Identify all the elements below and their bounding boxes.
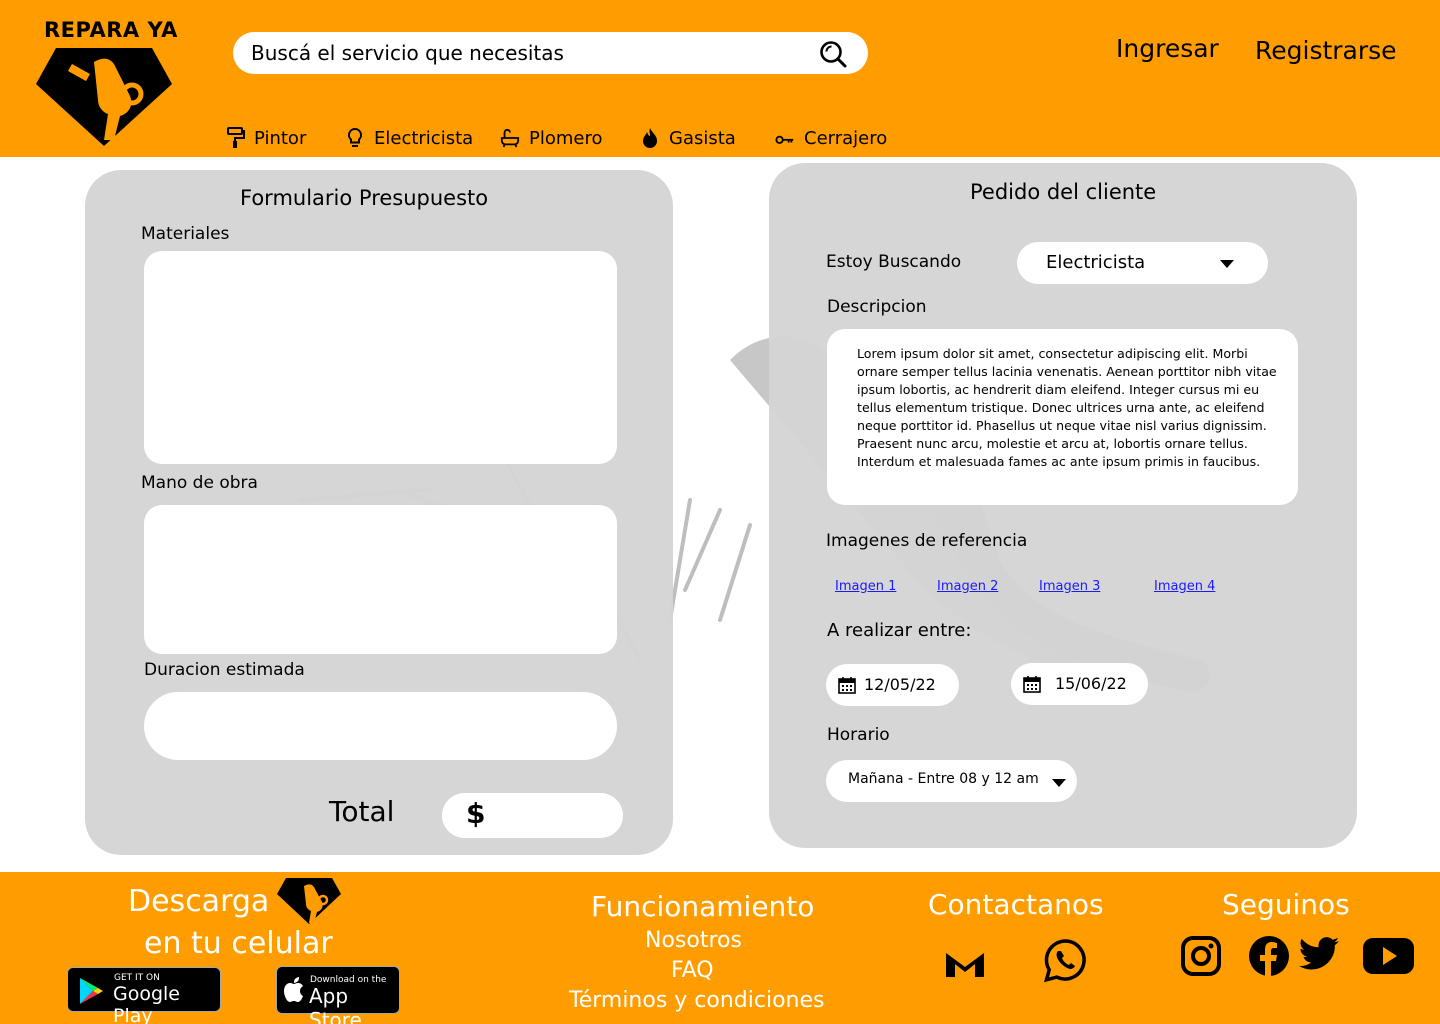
nav-label: Gasista [669, 127, 736, 149]
currency-symbol: $ [466, 797, 486, 830]
login-link[interactable]: Ingresar [1116, 34, 1219, 63]
search-icon[interactable] [818, 39, 848, 69]
schedule-label: Horario [827, 725, 890, 745]
app-store-big: App Store [309, 984, 362, 1024]
nav-item-electricista[interactable]: Electricista [345, 124, 473, 152]
total-label: Total [329, 795, 395, 828]
twitter-icon[interactable] [1298, 937, 1340, 973]
date-to-field[interactable]: 15/06/22 [1011, 663, 1148, 705]
terms-link[interactable]: Términos y condiciones [569, 988, 825, 1013]
calendar-icon [1023, 676, 1041, 693]
description-box: Lorem ipsum dolor sit amet, consectetur … [827, 329, 1298, 505]
duration-label: Duracion estimada [144, 660, 305, 680]
looking-for-label: Estoy Buscando [826, 252, 962, 272]
google-play-big: Google Play [113, 983, 181, 1024]
schedule-select[interactable]: Mañana - Entre 08 y 12 am [826, 760, 1077, 802]
nav-item-cerrajero[interactable]: Cerrajero [775, 124, 887, 152]
app-store-badge[interactable]: Download on the App Store [276, 966, 400, 1024]
lightbulb-icon [347, 127, 363, 147]
facebook-icon[interactable] [1248, 935, 1290, 977]
register-link[interactable]: Registrarse [1255, 36, 1397, 65]
logo-icon[interactable] [34, 44, 174, 149]
instagram-icon[interactable] [1180, 935, 1222, 977]
description-label: Descripcion [827, 297, 927, 317]
nav-label: Electricista [374, 127, 474, 149]
duration-input[interactable] [144, 692, 617, 760]
nosotros-link[interactable]: Nosotros [645, 928, 742, 953]
image-link-4[interactable]: Imagen 4 [1154, 579, 1215, 594]
labor-label: Mano de obra [141, 473, 258, 493]
flame-icon [643, 128, 657, 148]
logo-text: REPARA YA [44, 18, 178, 42]
paint-roller-icon [227, 127, 245, 148]
apple-icon [284, 977, 303, 1002]
reference-images-label: Imagenes de referencia [826, 531, 1028, 551]
follow-title: Seguinos [1222, 888, 1350, 921]
service-select[interactable]: Electricista [1017, 242, 1268, 284]
key-icon [775, 135, 794, 144]
nav-label: Cerrajero [804, 127, 888, 149]
download-title-line1: Descarga [128, 884, 270, 919]
calendar-icon [838, 677, 856, 694]
chevron-down-icon [1220, 260, 1234, 268]
date-range-label: A realizar entre: [827, 620, 972, 641]
links-title: Funcionamiento [591, 890, 815, 923]
materials-label: Materiales [141, 224, 230, 244]
footer: Descarga en tu celular GET IT ON Google … [0, 872, 1440, 1024]
description-text: Lorem ipsum dolor sit amet, consectetur … [857, 346, 1277, 469]
materials-textarea[interactable] [144, 251, 617, 464]
schedule-select-value: Mañana - Entre 08 y 12 am [848, 771, 1039, 787]
google-play-badge[interactable]: GET IT ON Google Play [67, 967, 221, 1024]
logo-icon [277, 878, 341, 924]
date-from-value: 12/05/22 [864, 675, 936, 694]
gmail-icon[interactable] [944, 947, 986, 979]
nav-item-plomero[interactable]: Plomero [500, 124, 603, 152]
service-select-value: Electricista [1046, 252, 1146, 273]
nav-label: Pintor [254, 127, 307, 149]
image-link-3[interactable]: Imagen 3 [1039, 579, 1100, 594]
bathtub-icon [500, 128, 520, 148]
date-to-value: 15/06/22 [1055, 674, 1127, 693]
labor-textarea[interactable] [144, 505, 617, 654]
search-bar[interactable] [233, 32, 868, 74]
header: REPARA YA Ingresar Registrarse Pintor El… [0, 0, 1440, 157]
google-play-icon [80, 978, 103, 1004]
date-from-field[interactable]: 12/05/22 [826, 664, 959, 706]
google-play-small: GET IT ON [114, 973, 160, 983]
client-request-title: Pedido del cliente [970, 180, 1157, 204]
search-input[interactable] [251, 37, 811, 69]
nav-item-pintor[interactable]: Pintor [225, 124, 306, 152]
faq-link[interactable]: FAQ [671, 958, 714, 983]
image-link-1[interactable]: Imagen 1 [835, 579, 896, 594]
whatsapp-icon[interactable] [1043, 938, 1088, 983]
image-link-2[interactable]: Imagen 2 [937, 579, 998, 594]
download-title-line2: en tu celular [144, 926, 333, 961]
youtube-icon[interactable] [1362, 937, 1415, 975]
contact-title: Contactanos [928, 888, 1104, 921]
budget-form-title: Formulario Presupuesto [240, 186, 489, 210]
nav-label: Plomero [529, 127, 603, 149]
nav-item-gasista[interactable]: Gasista [640, 124, 736, 152]
chevron-down-icon [1052, 779, 1066, 787]
total-input[interactable]: $ [442, 793, 623, 838]
